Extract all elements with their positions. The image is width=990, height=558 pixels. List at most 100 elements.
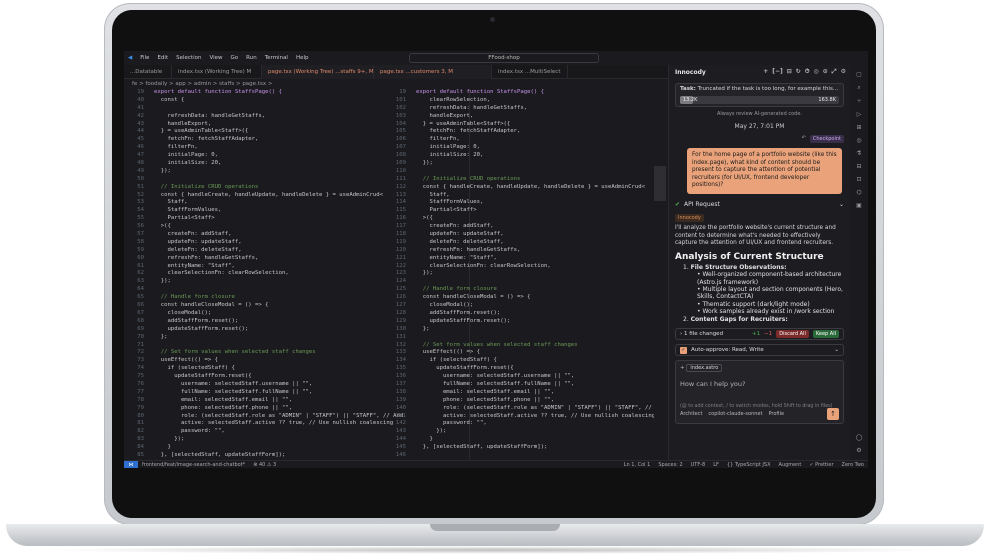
account-icon[interactable]: ◯ (856, 434, 863, 441)
code-text[interactable]: addStaffForm.reset(); (416, 310, 500, 318)
layout-icon[interactable]: ⊟ (787, 68, 792, 76)
chevron-down-icon[interactable]: ⌄ (839, 201, 844, 208)
code-text[interactable]: refreshData: handleGetStaffs, (154, 113, 265, 121)
code-text[interactable]: clearSelectionFn: clearRowSelection, (154, 270, 288, 278)
augment-status[interactable]: Augment (775, 462, 806, 468)
package-icon[interactable]: ▣ (856, 202, 862, 209)
code-text[interactable]: Staff, (416, 192, 449, 200)
code-text[interactable]: filterFn, (416, 136, 459, 144)
menu-edit[interactable]: Edit (153, 55, 172, 61)
code-text[interactable]: const { handleCreate, handleUpdate, hand… (154, 192, 383, 200)
code-text[interactable]: phone: selectedStaff.phone || "", (154, 405, 292, 413)
search-icon[interactable]: ⌕ (857, 84, 860, 92)
code-line[interactable]: 120 refreshFn: handleGetStaffs, (386, 247, 654, 255)
code-text[interactable]: closeModal(); (416, 302, 473, 310)
code-line[interactable]: 103 handleExport, (386, 113, 654, 121)
auto-approve-row[interactable]: ✓ Auto-approve: Read, Write ⌄ (675, 344, 844, 356)
code-text[interactable]: export default function StaffsPage() { (154, 89, 282, 97)
code-text[interactable]: handleExport, (154, 121, 211, 129)
code-text[interactable]: >({ (154, 223, 171, 231)
code-line[interactable]: 127 closeModal(); (386, 302, 654, 310)
run-debug-icon[interactable]: ▷ (857, 111, 862, 118)
code-text[interactable]: // Handle form closure (154, 294, 235, 302)
expand-icon[interactable]: ⤢ (832, 68, 837, 76)
code-text[interactable]: updateStaffForm.reset({ (154, 373, 251, 381)
code-text[interactable]: }; (154, 334, 168, 342)
chat-input[interactable]: + index.astro How can I help you? (@ to … (675, 360, 844, 424)
code-text[interactable]: username: selectedStaff.username || "", (154, 381, 312, 389)
account-icon[interactable]: ⊙ (823, 68, 828, 76)
code-text[interactable]: createFn: addStaff, (154, 231, 231, 239)
encoding[interactable]: UTF-8 (687, 462, 710, 468)
prettier-status[interactable]: ✓ Prettier (805, 462, 837, 468)
breadcrumb[interactable]: fe > foodaily > app > admin > staffs > p… (124, 79, 374, 89)
code-text[interactable]: Partial<Staff> (416, 207, 476, 215)
chevron-down-icon[interactable]: ⌄ (834, 347, 839, 353)
testing-icon[interactable]: ⚗ (856, 150, 861, 157)
code-text[interactable]: StaffFormValues, (416, 199, 483, 207)
tab-page-customers[interactable]: page.tsx ...customers 3, M (374, 64, 492, 79)
code-line[interactable]: 143 }); (386, 428, 654, 436)
code-text[interactable]: active: selectedStaff.active ?? true, //… (154, 420, 393, 428)
code-text[interactable]: updateFn: updateStaff, (154, 239, 241, 247)
add-context-icon[interactable]: + (680, 365, 685, 371)
line-ending[interactable]: LF (709, 462, 723, 468)
code-text[interactable]: }); (416, 160, 433, 168)
git-branch[interactable]: frontend/feat/image-search-and-chatbot* (138, 462, 249, 468)
code-text[interactable]: handleExport, (416, 113, 473, 121)
discard-all-button[interactable]: Discard All (776, 330, 809, 338)
code-line[interactable]: 130 }; (386, 326, 654, 334)
new-chat-icon[interactable]: + (763, 68, 768, 76)
code-text[interactable]: entityName: "Staff", (154, 263, 234, 271)
code-text[interactable]: role: (selectedStaff.role as "ADMIN" | "… (154, 413, 403, 421)
code-text[interactable]: createFn: addStaff, (416, 223, 493, 231)
code-text[interactable]: filterFn, (154, 144, 197, 152)
code-line[interactable]: 102 refreshData: handleGetStaffs, (386, 105, 654, 113)
files-icon[interactable]: ▢ (856, 71, 862, 78)
docker-icon[interactable]: ⊡ (856, 176, 861, 183)
code-text[interactable]: refreshFn: handleGetStaffs, (416, 247, 520, 255)
code-text[interactable]: refreshFn: handleGetStaffs, (154, 255, 258, 263)
code-line[interactable]: 112 const { handleCreate, handleUpdate, … (386, 184, 654, 192)
menu-view[interactable]: View (205, 55, 226, 61)
code-line[interactable]: 110 (386, 168, 654, 176)
code-text[interactable]: Partial<Staff> (154, 215, 214, 223)
code-line[interactable]: 104 } = useAdminTable<Staff>({ (386, 121, 654, 129)
code-text[interactable]: username: selectedStaff.username || "", (416, 373, 574, 381)
code-line[interactable]: 125 // Handle form closure (386, 286, 654, 294)
task-card[interactable]: Task: Truncated if the task is too long,… (675, 83, 844, 107)
code-text[interactable]: }); (154, 168, 171, 176)
api-request-row[interactable]: ✔ API Request ⌄ (675, 201, 844, 208)
code-line[interactable]: 115 Partial<Staff> (386, 207, 654, 215)
code-text[interactable]: closeModal(); (154, 310, 211, 318)
code-text[interactable]: initialSize: 20, (416, 152, 483, 160)
code-text[interactable]: role: (selectedStaff.role as "ADMIN" | "… (416, 405, 654, 413)
code-line[interactable]: 116 >({ (386, 215, 654, 223)
code-line[interactable]: 101 clearRowSelection, (386, 97, 654, 105)
menu-run[interactable]: Run (242, 55, 261, 61)
code-text[interactable]: const handleCloseModal = () => { (154, 302, 269, 310)
code-line[interactable]: 128 addStaffForm.reset(); (386, 310, 654, 318)
code-text[interactable]: password: "", (416, 420, 487, 428)
problems-count[interactable]: ⊗ 40 ⚠ 3 (249, 462, 280, 468)
model-selector[interactable]: copilot-claude-sonnet (708, 411, 762, 417)
cursor-position[interactable]: Ln 1, Col 1 (620, 462, 655, 468)
code-text[interactable]: phone: selectedStaff.phone || "", (416, 397, 554, 405)
tab-page-working-tree[interactable]: page.tsx (Working Tree) ...staffs 9+, M (262, 64, 374, 79)
language-mode[interactable]: {} TypeScript JSX (723, 462, 775, 468)
code-text[interactable]: Staff, (154, 199, 187, 207)
code-text[interactable]: const { handleCreate, handleUpdate, hand… (416, 184, 645, 192)
code-text[interactable]: fetchFn: fetchStaffAdapter, (416, 128, 520, 136)
code-text[interactable]: fullName: selectedStaff.fullName || "", (416, 381, 574, 389)
code-line[interactable]: 134 if (selectedStaff) { (386, 357, 654, 365)
code-line[interactable]: 132 // Set form values when selected sta… (386, 342, 654, 350)
code-line[interactable]: 114 StaffFormValues, (386, 199, 654, 207)
indentation[interactable]: Spaces: 2 (654, 462, 686, 468)
code-line[interactable]: 133 useEffect(() => { (386, 349, 654, 357)
code-text[interactable]: initialPage: 0, (154, 152, 218, 160)
code-text[interactable]: updateFn: updateStaff, (416, 231, 503, 239)
refresh-icon[interactable]: ↻ (796, 68, 801, 76)
code-text[interactable]: export default function StaffsPage() { (416, 89, 544, 97)
code-text[interactable]: StaffFormValues, (154, 207, 221, 215)
send-icon[interactable]: ↑ (827, 408, 839, 420)
